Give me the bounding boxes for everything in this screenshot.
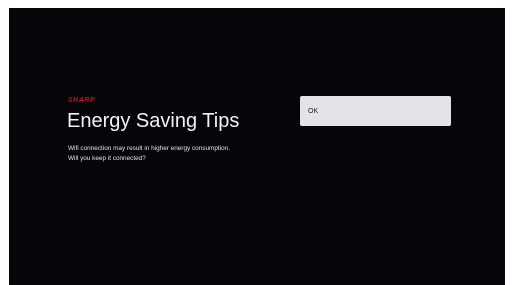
message-line-2: Will you keep it connected? [68, 155, 146, 162]
dialog-message: Wifi connection may result in higher ene… [68, 144, 230, 164]
dialog-title: Energy Saving Tips [67, 110, 240, 132]
tv-screen: SHARP Energy Saving Tips Wifi connection… [9, 8, 505, 285]
sharp-logo: SHARP [68, 97, 96, 104]
message-line-1: Wifi connection may result in higher ene… [68, 145, 230, 152]
ok-button[interactable]: OK [300, 96, 451, 126]
